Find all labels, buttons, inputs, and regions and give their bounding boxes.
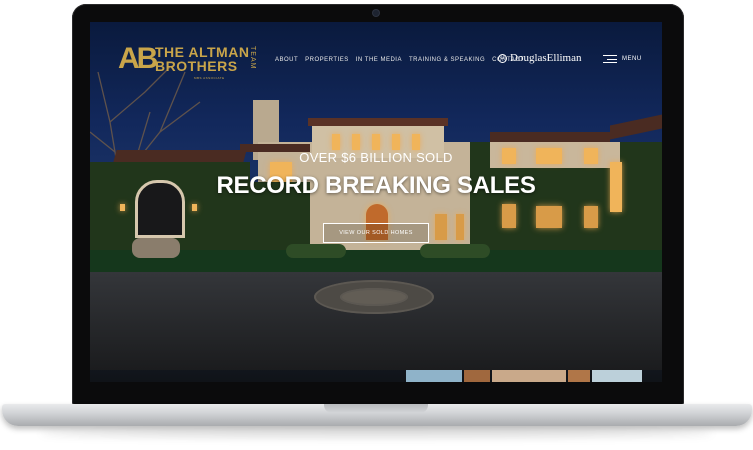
wall-lantern	[192, 204, 197, 211]
upper-window	[332, 134, 340, 150]
nav-item-training-speaking[interactable]: TRAINING & SPEAKING	[409, 57, 485, 63]
hero-title: RECORD BREAKING SALES	[216, 172, 536, 199]
logo-team: TEAM	[249, 46, 256, 70]
douglas-elliman-logo[interactable]: D DouglasElliman	[498, 52, 582, 64]
hedge	[420, 244, 490, 258]
brand-name: DouglasElliman	[510, 52, 582, 64]
lower-window	[536, 206, 562, 228]
lower-window	[584, 206, 598, 228]
view-sold-homes-button[interactable]: VIEW OUR SOLD HOMES	[323, 223, 429, 243]
wall-lantern	[120, 204, 125, 211]
logo-subtitle: MBS ASSOCIATE	[194, 76, 225, 80]
lower-window	[502, 204, 516, 228]
lower-window	[435, 214, 447, 240]
douglas-elliman-logo-icon: D	[498, 53, 507, 63]
upper-window	[372, 134, 380, 150]
website-screen: AB THE ALTMAN BROTHERS TEAM MBS ASSOCIAT…	[90, 22, 662, 382]
menu-button[interactable]: MENU	[603, 55, 642, 63]
right-roof	[490, 132, 610, 142]
fountain-center	[340, 288, 408, 306]
nav-item-about[interactable]: ABOUT	[275, 57, 298, 63]
hero-kicker: OVER $6 BILLION SOLD	[299, 150, 453, 165]
thumbnail[interactable]	[492, 370, 566, 382]
webcam-icon	[373, 10, 379, 16]
lower-window	[456, 214, 464, 240]
nav-item-in-the-media[interactable]: IN THE MEDIA	[356, 57, 402, 63]
menu-label: MENU	[622, 56, 642, 62]
laptop-shadow	[40, 428, 713, 438]
hamburger-icon	[603, 55, 617, 63]
hedge	[286, 244, 346, 258]
thumbnail[interactable]	[568, 370, 590, 382]
main-nav: ABOUT PROPERTIES IN THE MEDIA TRAINING &…	[275, 57, 524, 63]
logo-monogram: AB	[118, 42, 158, 75]
thumbnail[interactable]	[464, 370, 490, 382]
upper-window	[392, 134, 400, 150]
upper-window	[352, 134, 360, 150]
thumbnail[interactable]	[592, 370, 642, 382]
thumbnail-strip	[406, 370, 662, 382]
nav-item-properties[interactable]: PROPERTIES	[305, 57, 349, 63]
thumbnail[interactable]	[406, 370, 462, 382]
logo-line-2: BROTHERS	[155, 58, 238, 74]
laptop-notch	[324, 404, 428, 413]
upper-window	[412, 134, 420, 150]
center-roof	[308, 118, 448, 126]
boulder	[132, 238, 180, 258]
